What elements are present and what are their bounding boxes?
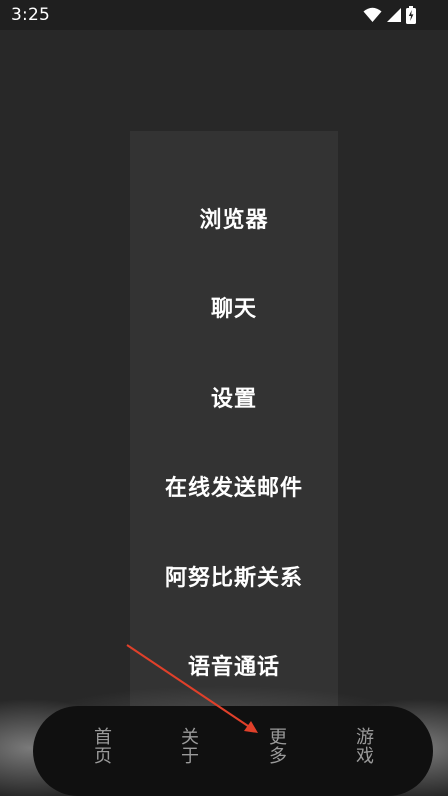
menu-item-settings[interactable]: 设置 — [130, 377, 338, 417]
signal-icon — [386, 7, 402, 23]
menu-item-chat[interactable]: 聊天 — [130, 287, 338, 327]
bottom-nav-bar: 首页 关于 更多 游戏 — [33, 706, 433, 796]
battery-charging-icon — [406, 6, 416, 24]
dropdown-menu: 浏览器 聊天 设置 在线发送邮件 阿努比斯关系 语音通话 — [130, 131, 338, 721]
nav-item-about[interactable]: 关于 — [175, 728, 205, 766]
nav-item-more[interactable]: 更多 — [263, 728, 293, 766]
nav-item-games[interactable]: 游戏 — [350, 728, 380, 766]
menu-item-send-email[interactable]: 在线发送邮件 — [130, 466, 338, 506]
menu-item-browser[interactable]: 浏览器 — [130, 198, 338, 238]
status-time: 3:25 — [11, 5, 50, 25]
wifi-icon — [363, 7, 382, 23]
menu-item-anubis-relations[interactable]: 阿努比斯关系 — [130, 556, 338, 596]
status-bar: 3:25 — [0, 0, 448, 30]
status-icons — [363, 6, 416, 24]
nav-item-home[interactable]: 首页 — [88, 728, 118, 766]
menu-item-voice-call[interactable]: 语音通话 — [130, 645, 338, 685]
app-screen: 3:25 浏览器 聊天 设置 在线发送邮件 阿努比斯关系 语音通话 首页 关于 … — [0, 0, 448, 796]
